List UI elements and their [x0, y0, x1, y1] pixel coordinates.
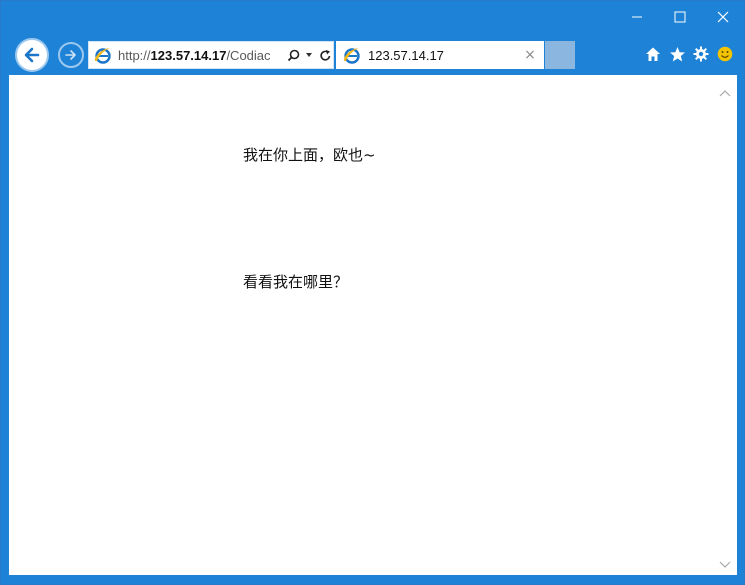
star-icon [669, 46, 685, 61]
maximize-icon [674, 11, 685, 23]
address-tools [285, 45, 333, 65]
back-arrow-icon [24, 47, 40, 63]
gear-icon [693, 46, 709, 62]
url-scheme: http:// [118, 47, 151, 63]
refresh-button[interactable] [317, 45, 333, 65]
window-controls [615, 1, 744, 33]
minimize-button[interactable] [615, 1, 658, 33]
new-tab-button[interactable] [545, 41, 575, 69]
page-text-line-1: 我在你上面，欧也~ [243, 146, 376, 164]
smiley-icon [717, 46, 733, 62]
home-button[interactable] [644, 43, 662, 65]
refresh-icon [319, 49, 330, 61]
page-viewport: 我在你上面，欧也~ 看看我在哪里？ [9, 75, 737, 575]
forward-arrow-icon [65, 50, 76, 60]
tab-active[interactable]: 123.57.14.17 × [336, 41, 544, 69]
url-text[interactable]: http://123.57.14.17/Codiac [118, 48, 282, 63]
maximize-button[interactable] [658, 1, 701, 33]
scroll-down-button[interactable] [713, 555, 737, 575]
scroll-up-button[interactable] [713, 83, 737, 103]
minimize-icon [631, 16, 642, 18]
address-bar[interactable]: http://123.57.14.17/Codiac [88, 41, 334, 69]
close-icon [717, 11, 728, 23]
chevron-down-icon [719, 561, 731, 568]
chevron-down-icon [306, 53, 312, 57]
page-text-line-2: 看看我在哪里？ [243, 273, 349, 291]
feedback-button[interactable] [716, 43, 734, 65]
chevron-up-icon [719, 90, 731, 97]
search-button[interactable] [285, 45, 301, 65]
back-button[interactable] [15, 38, 49, 72]
tab-title: 123.57.14.17 [368, 47, 444, 63]
url-path: /Codiac [226, 47, 271, 63]
browser-window: http://123.57.14.17/Codiac 123.57.14.17 [0, 0, 745, 585]
tab-ie-logo-icon [343, 48, 360, 64]
ie-logo-icon [94, 48, 111, 64]
close-button[interactable] [701, 1, 744, 33]
search-icon [287, 49, 299, 61]
toolbar-icons [644, 43, 734, 65]
dropdown-button[interactable] [301, 45, 317, 65]
settings-button[interactable] [692, 43, 710, 65]
home-icon [646, 47, 660, 61]
tab-close-icon[interactable]: × [520, 47, 540, 63]
forward-button[interactable] [58, 42, 84, 68]
favorites-button[interactable] [668, 43, 686, 65]
url-host: 123.57.14.17 [150, 47, 227, 63]
vertical-scrollbar[interactable] [713, 75, 737, 575]
title-bar: http://123.57.14.17/Codiac 123.57.14.17 [1, 1, 744, 75]
